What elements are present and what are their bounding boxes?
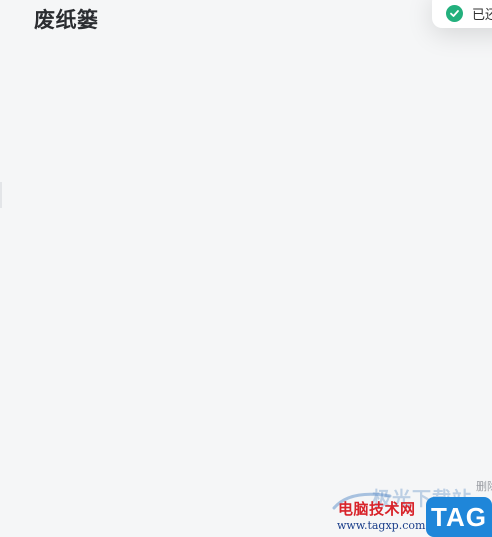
toast-message: 已还原 (472, 7, 492, 23)
site-watermark: 极光下载站 电脑技术网 www.tagxp.com TAG (332, 484, 492, 537)
check-circle-icon (446, 4, 463, 22)
watermark-url: www.tagxp.com (337, 519, 426, 532)
watermark-site-name: 电脑技术网 (338, 500, 416, 518)
tag-badge-text: TAG (431, 501, 487, 532)
sidebar-resize-handle[interactable] (0, 182, 2, 208)
toast-notification: 已还原 (432, 0, 492, 28)
trash-page: 废纸篓 已还原 删除 极光下载站 电脑技术网 www.tagxp.com TAG (0, 0, 492, 537)
page-title: 废纸篓 (34, 8, 99, 32)
tag-badge: TAG (426, 497, 492, 537)
